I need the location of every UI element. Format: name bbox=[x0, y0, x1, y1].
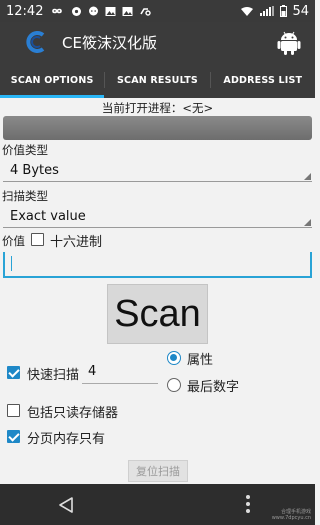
attribute-radio[interactable] bbox=[167, 351, 181, 365]
value-type-label: 价值类型 bbox=[2, 143, 48, 157]
watermark-line2: www.7dpcyu.cn bbox=[271, 515, 311, 521]
chat-icon bbox=[89, 6, 99, 15]
select-process-button[interactable] bbox=[3, 116, 312, 140]
value-type-selected: 4 Bytes bbox=[10, 163, 59, 178]
signal-icon bbox=[260, 5, 275, 16]
scan-type-label: 扫描类型 bbox=[2, 189, 48, 203]
scan-type-selected: Exact value bbox=[10, 209, 86, 224]
readonly-memory-label: 包括只读存储器 bbox=[27, 406, 119, 421]
tab-bar: SCAN OPTIONS SCAN RESULTS ADDRESS LIST bbox=[0, 62, 315, 98]
hex-checkbox[interactable] bbox=[31, 233, 44, 246]
tab-scan-results[interactable]: SCAN RESULTS bbox=[105, 62, 209, 98]
current-process-label: 当前打开进程：<无> bbox=[101, 101, 214, 115]
infinity-icon bbox=[52, 8, 63, 14]
quick-scan-value-input[interactable]: 4 bbox=[82, 364, 158, 384]
status-right-icons: 54 bbox=[240, 4, 309, 19]
battery-level: 54 bbox=[292, 3, 309, 19]
last-digit-radio[interactable] bbox=[167, 378, 181, 392]
paged-memory-checkbox[interactable] bbox=[7, 430, 20, 443]
value-type-select[interactable]: 4 Bytes bbox=[3, 160, 312, 182]
quick-scan-checkbox[interactable] bbox=[7, 366, 20, 379]
app-title: CE筱沫汉化版 bbox=[62, 33, 157, 52]
android-icon[interactable] bbox=[275, 28, 303, 56]
last-digit-label: 最后数字 bbox=[187, 380, 240, 395]
action-bar: CE筱沫汉化版 bbox=[0, 22, 315, 62]
tab-address-list[interactable]: ADDRESS LIST bbox=[211, 62, 315, 98]
link-icon bbox=[140, 7, 152, 16]
dropdown-arrow-icon bbox=[304, 219, 311, 226]
app-logo-icon bbox=[26, 31, 45, 53]
watermark: 合理手机游戏 www.7dpcyu.cn bbox=[272, 509, 311, 521]
image-icon bbox=[122, 6, 133, 16]
text-caret bbox=[11, 256, 12, 271]
hex-label: 十六进制 bbox=[50, 235, 103, 250]
quick-scan-label: 快速扫描 bbox=[27, 368, 80, 383]
navigation-bar: 合理手机游戏 www.7dpcyu.cn bbox=[0, 484, 315, 525]
status-notification-icons bbox=[49, 6, 152, 17]
readonly-memory-checkbox[interactable] bbox=[7, 404, 20, 417]
tab-scan-options[interactable]: SCAN OPTIONS bbox=[0, 62, 105, 98]
reset-scan-button[interactable]: 复位扫描 bbox=[128, 460, 188, 482]
battery-icon bbox=[280, 5, 288, 17]
back-icon[interactable] bbox=[57, 496, 75, 514]
scan-type-select[interactable]: Exact value bbox=[3, 206, 312, 228]
status-bar: 12:42 54 bbox=[0, 0, 315, 22]
status-time: 12:42 bbox=[6, 3, 44, 19]
value-input[interactable] bbox=[3, 252, 312, 278]
settings-icon bbox=[72, 6, 82, 16]
dropdown-arrow-icon bbox=[304, 173, 311, 180]
scan-options-panel: 当前打开进程：<无> 价值类型 4 Bytes 扫描类型 Exact value… bbox=[0, 98, 315, 484]
overflow-menu-icon[interactable] bbox=[245, 494, 251, 514]
wifi-icon bbox=[241, 6, 254, 16]
scan-button[interactable]: Scan bbox=[107, 284, 208, 344]
image-icon bbox=[105, 6, 116, 16]
paged-memory-label: 分页内存只有 bbox=[27, 432, 106, 447]
attribute-label: 属性 bbox=[187, 353, 214, 368]
value-label: 价值 bbox=[2, 234, 25, 248]
